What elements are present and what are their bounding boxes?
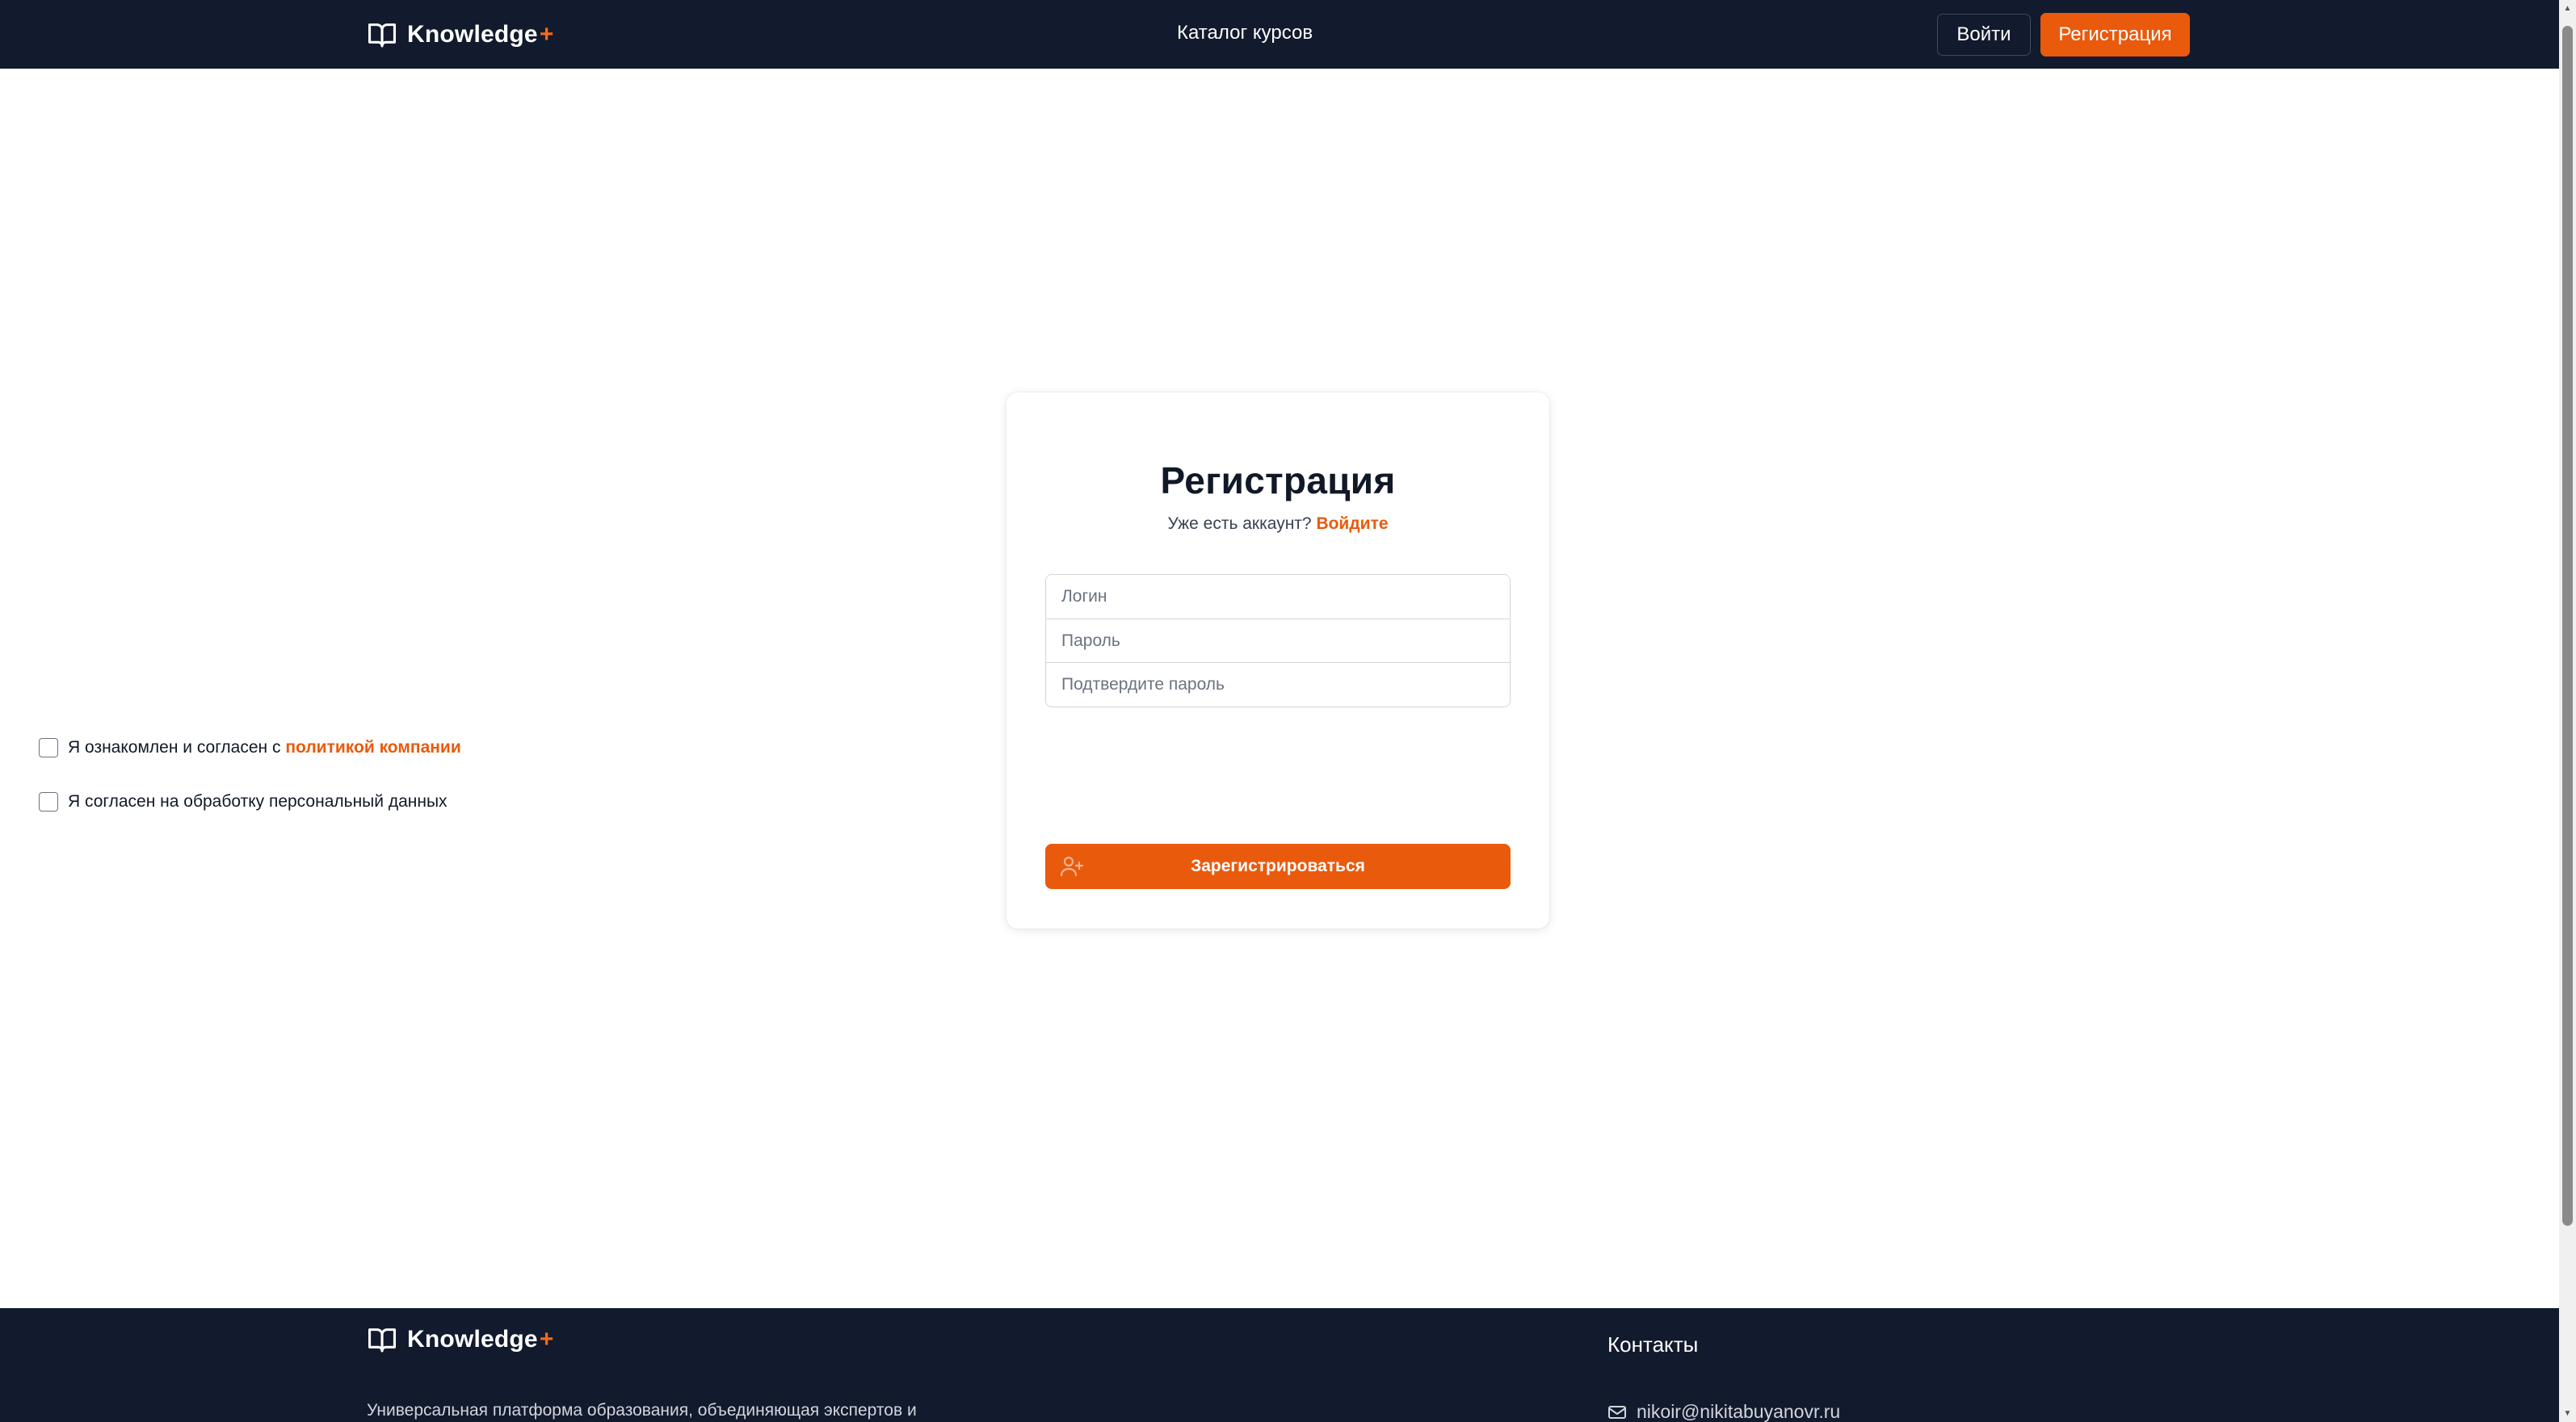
register-button[interactable]: Регистрация (2040, 13, 2190, 57)
user-plus-icon (1060, 856, 1084, 877)
book-open-icon (368, 23, 396, 48)
policy-text: Я ознакомлен и согласен с политикой комп… (68, 738, 461, 757)
footer-email-text: nikoir@nikitabuyanovr.ru (1637, 1401, 1841, 1422)
login-input[interactable] (1046, 575, 1510, 619)
scroll-down-arrow-icon[interactable]: ▼ (2559, 1405, 2576, 1422)
login-link[interactable]: Войдите (1316, 514, 1388, 533)
registration-card: Регистрация Уже есть аккаунт? Войдите За… (1006, 392, 1549, 929)
logo-plus: + (539, 21, 554, 48)
top-navbar: Knowledge + Каталог курсов Войти Регистр… (0, 0, 2559, 69)
policy-label: Я ознакомлен и согласен с (68, 738, 281, 757)
submit-register-button[interactable]: Зарегистрироваться (1045, 844, 1511, 889)
footer-description: Универсальная платформа образования, объ… (367, 1401, 917, 1420)
book-open-icon (368, 1328, 396, 1353)
scrollbar-thumb[interactable] (2562, 26, 2573, 1226)
have-account-text: Уже есть аккаунт? Войдите (1006, 514, 1549, 534)
personal-data-checkbox[interactable] (39, 792, 58, 812)
nav-catalog-link[interactable]: Каталог курсов (1177, 22, 1313, 44)
submit-label: Зарегистрироваться (1191, 857, 1365, 875)
login-button[interactable]: Войти (1937, 14, 2031, 56)
page-scrollbar[interactable]: ▲ ▼ (2559, 0, 2576, 1422)
footer-logo-text: Knowledge (407, 1326, 538, 1353)
logo-text: Knowledge (407, 21, 538, 48)
policy-consent-row: Я ознакомлен и согласен с политикой комп… (39, 738, 461, 757)
footer-logo-plus: + (539, 1326, 554, 1353)
scroll-up-arrow-icon[interactable]: ▲ (2559, 0, 2576, 17)
logo[interactable]: Knowledge + (367, 16, 553, 53)
have-account-label: Уже есть аккаунт? (1167, 514, 1312, 533)
mail-icon (1608, 1405, 1626, 1419)
page-title: Регистрация (1160, 459, 1396, 501)
personal-data-label: Я согласен на обработку персональный дан… (68, 792, 448, 811)
footer-contacts-title: Контакты (1607, 1332, 1699, 1357)
personal-data-consent-row: Я согласен на обработку персональный дан… (39, 792, 448, 812)
confirm-password-input[interactable] (1046, 662, 1510, 706)
password-input[interactable] (1046, 619, 1510, 662)
policy-checkbox[interactable] (39, 738, 58, 757)
footer: Knowledge + Универсальная платформа обра… (0, 1308, 2559, 1422)
footer-logo[interactable]: Knowledge + (367, 1326, 553, 1353)
footer-email[interactable]: nikoir@nikitabuyanovr.ru (1607, 1401, 1840, 1422)
policy-link[interactable]: политикой компании (285, 738, 460, 757)
credentials-fieldset (1045, 574, 1511, 707)
page: Knowledge + Каталог курсов Войти Регистр… (0, 0, 2576, 1422)
